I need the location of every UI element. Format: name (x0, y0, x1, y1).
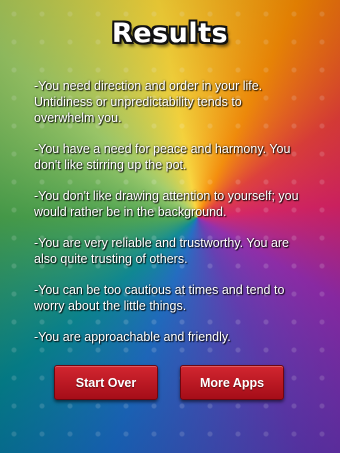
result-item: -You are very reliable and trustworthy. … (34, 236, 290, 266)
start-over-button[interactable]: Start Over (54, 365, 158, 400)
result-item: -You are approachable and friendly. (34, 330, 231, 344)
result-item: -You have a need for peace and harmony. … (34, 142, 291, 172)
result-item: -You need direction and order in your li… (34, 79, 263, 125)
results-screen: Results -You need direction and order in… (0, 0, 340, 453)
results-list: -You need direction and order in your li… (34, 78, 304, 360)
result-item: -You don't like drawing attention to you… (34, 189, 299, 219)
more-apps-button[interactable]: More Apps (180, 365, 284, 400)
page-title: Results (111, 18, 229, 49)
button-bar: Start Over More Apps (0, 365, 340, 400)
result-item: -You can be too cautious at times and te… (34, 283, 285, 313)
